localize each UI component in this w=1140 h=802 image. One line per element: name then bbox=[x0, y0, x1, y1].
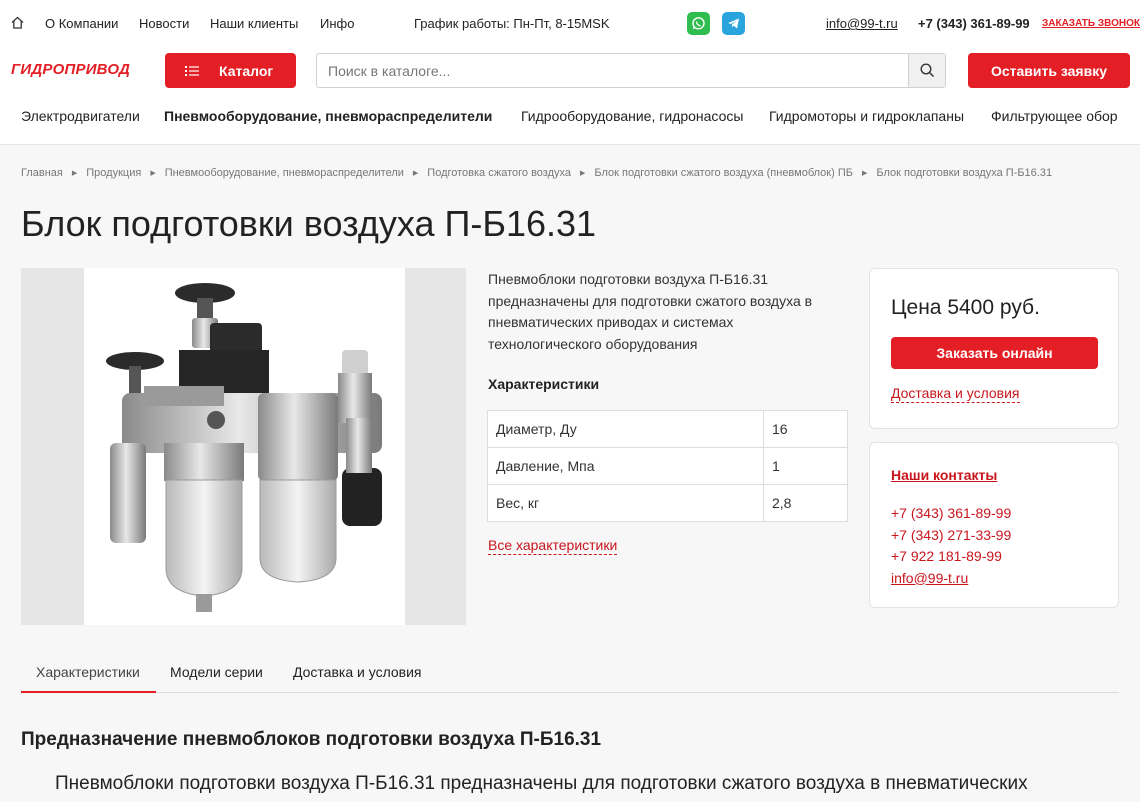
contact-email-link[interactable]: info@99-t.ru bbox=[891, 568, 1011, 590]
contact-phone[interactable]: +7 (343) 361-89-99 bbox=[891, 503, 1011, 525]
home-icon[interactable] bbox=[11, 16, 24, 29]
nav-info[interactable]: Инфо bbox=[320, 16, 354, 31]
spec-name: Диаметр, Ду bbox=[487, 410, 764, 448]
contacts-heading-link[interactable]: Наши контакты bbox=[891, 467, 997, 483]
search-input[interactable] bbox=[317, 54, 909, 87]
catalog-button[interactable]: Каталог bbox=[165, 53, 296, 88]
nav-news[interactable]: Новости bbox=[139, 16, 189, 31]
table-row: Диаметр, Ду 16 bbox=[487, 410, 848, 448]
table-row: Давление, Мпа 1 bbox=[487, 447, 848, 485]
breadcrumb-separator-icon: ▶ bbox=[412, 170, 419, 177]
work-schedule: График работы: Пн-Пт, 8-15MSK bbox=[414, 16, 610, 31]
product-description: Пневмоблоки подготовки воздуха П-Б16.31 … bbox=[488, 271, 813, 352]
spec-value: 2,8 bbox=[763, 484, 848, 522]
tab-delivery[interactable]: Доставка и условия bbox=[293, 664, 422, 680]
breadcrumb-separator-icon: ▶ bbox=[71, 170, 78, 177]
category-menu: Электродвигатели Пневмооборудование, пне… bbox=[0, 98, 1140, 138]
breadcrumb-separator-icon: ▶ bbox=[580, 170, 586, 177]
breadcrumb: Главная ▶ Продукция ▶ Пневмооборудование, пн… bbox=[21, 167, 1052, 179]
logo[interactable]: ГИДРОПРИВОД bbox=[11, 61, 130, 78]
page-title: Блок подготовки воздуха П-Б16.31 bbox=[21, 203, 597, 244]
telegram-icon[interactable] bbox=[722, 12, 745, 35]
menu-item-electric-motors[interactable]: Электродвигатели bbox=[21, 108, 140, 124]
header-phone[interactable]: +7 (343) 361-89-99 bbox=[918, 16, 1030, 31]
breadcrumb-products[interactable]: Продукция bbox=[86, 167, 141, 179]
tab-characteristics[interactable]: Характеристики bbox=[36, 664, 140, 680]
spec-name: Давление, Мпа bbox=[487, 447, 764, 485]
search-button[interactable] bbox=[908, 54, 945, 87]
contact-phone[interactable]: +7 922 181-89-99 bbox=[891, 546, 1011, 568]
menu-item-filters[interactable]: Фильтрующее обор bbox=[991, 108, 1118, 124]
contact-phone[interactable]: +7 (343) 271-33-99 bbox=[891, 525, 1011, 547]
table-row: Вес, кг 2,8 bbox=[487, 484, 848, 522]
spec-value: 16 bbox=[763, 410, 848, 448]
product-image-canvas bbox=[84, 268, 405, 625]
all-characteristics-link[interactable]: Все характеристики bbox=[488, 537, 618, 555]
contacts-card: Наши контакты +7 (343) 361-89-99 +7 (343… bbox=[869, 442, 1119, 608]
search-box bbox=[316, 53, 946, 88]
menu-item-hydromotors[interactable]: Гидромоторы и гидроклапаны bbox=[769, 108, 964, 124]
product-price: Цена 5400 руб. bbox=[891, 296, 1040, 319]
list-icon bbox=[185, 65, 199, 76]
spec-value: 1 bbox=[763, 447, 848, 485]
specs-table: Диаметр, Ду 16 Давление, Мпа 1 Вес, кг 2… bbox=[487, 410, 848, 522]
section-text: Пневмоблоки подготовки воздуха П-Б16.31 … bbox=[55, 773, 1028, 794]
characteristics-heading: Характеристики bbox=[488, 376, 600, 392]
breadcrumb-air-block[interactable]: Блок подготовки сжатого воздуха (пневмоб… bbox=[594, 167, 853, 179]
breadcrumb-air-preparation[interactable]: Подготовка сжатого воздуха bbox=[427, 167, 571, 179]
delivery-terms-link[interactable]: Доставка и условия bbox=[891, 385, 1020, 403]
top-bar: О Компании Новости Наши клиенты Инфо Гра… bbox=[0, 0, 1140, 48]
breadcrumb-home[interactable]: Главная bbox=[21, 167, 63, 179]
product-image[interactable] bbox=[21, 268, 466, 625]
air-preparation-unit-illustration bbox=[106, 283, 382, 612]
breadcrumb-separator-icon: ▶ bbox=[861, 170, 868, 177]
active-tab-indicator bbox=[21, 691, 156, 693]
whatsapp-icon[interactable] bbox=[687, 12, 710, 35]
nav-about[interactable]: О Компании bbox=[45, 16, 118, 31]
product-content: Главная ▶ Продукция ▶ Пневмооборудование, пн… bbox=[0, 144, 1140, 802]
price-card: Цена 5400 руб. Заказать онлайн Доставка … bbox=[869, 268, 1119, 429]
leave-request-button[interactable]: Оставить заявку bbox=[968, 53, 1130, 88]
breadcrumb-current: Блок подготовки воздуха П-Б16.31 bbox=[876, 167, 1053, 179]
product-tabs: Характеристики Модели серии Доставка и у… bbox=[21, 651, 1119, 693]
search-icon bbox=[919, 63, 934, 78]
breadcrumb-separator-icon: ▶ bbox=[150, 170, 156, 177]
tab-series-models[interactable]: Модели серии bbox=[170, 664, 263, 680]
menu-item-pneumatics[interactable]: Пневмооборудование, пневмораспределители bbox=[164, 108, 492, 124]
contacts-list: +7 (343) 361-89-99 +7 (343) 271-33-99 +7… bbox=[891, 503, 1011, 589]
header-email-link[interactable]: info@99-t.ru bbox=[826, 16, 898, 31]
menu-item-hydraulics[interactable]: Гидрооборудование, гидронасосы bbox=[521, 108, 743, 124]
nav-clients[interactable]: Наши клиенты bbox=[210, 16, 298, 31]
catalog-button-label: Каталог bbox=[219, 62, 274, 79]
section-heading: Предназначение пневмоблоков подготовки в… bbox=[21, 729, 602, 750]
breadcrumb-pneumatics[interactable]: Пневмооборудование, пневмораспределители bbox=[165, 167, 404, 179]
callback-link[interactable]: ЗАКАЗАТЬ ЗВОНОК bbox=[1042, 18, 1140, 29]
order-online-button[interactable]: Заказать онлайн bbox=[891, 337, 1098, 369]
spec-name: Вес, кг bbox=[487, 484, 764, 522]
